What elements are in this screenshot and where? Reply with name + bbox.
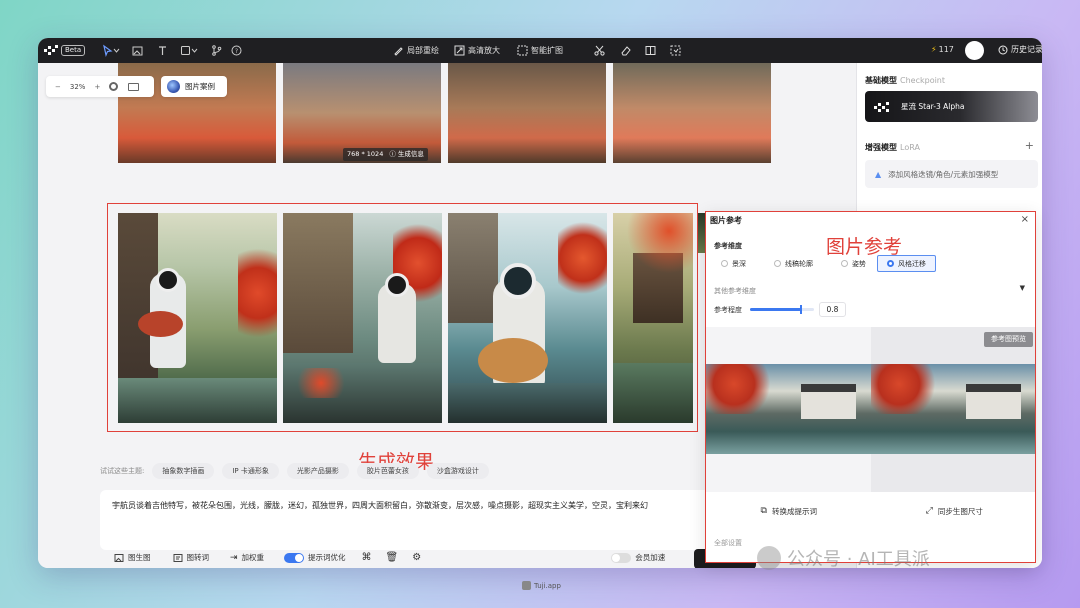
watermark: 公众号 · AI工具派 [757,545,930,571]
globe-icon [167,80,180,93]
slider-fill [750,308,802,311]
add-lora-button[interactable]: ▲ 添加风格迭镜/角色/元素加强模型 [865,160,1038,188]
lora-title: 增强模型 LoRA [865,143,920,152]
image-to-text-icon [173,553,182,562]
topic-chip[interactable]: 胶片芭蕾女孩 [356,463,419,479]
logo-icon [44,45,58,55]
radio-pose[interactable]: 姿势 [832,255,875,272]
strength-slider[interactable] [750,305,814,314]
avatar[interactable] [965,41,984,60]
strength-label: 参考程度 [714,306,742,314]
radio-style-transfer[interactable]: 风格迁移 [877,255,936,272]
radio-dot [721,260,728,267]
sync-size-button[interactable]: ⤢ 同步生图尺寸 [872,502,1036,520]
radio-lineart[interactable]: 线稿轮廓 [765,255,822,272]
prompt-input[interactable]: 宇航员谈着吉他特写，被花朵包围，光线，朦胧，迷幻，孤独世界，四周大面积留白，弥散… [112,499,712,513]
add-weight-button[interactable]: ⇥ 加权重 [230,552,264,563]
image-upload-icon[interactable] [131,44,144,57]
svg-text:?: ? [235,48,238,55]
zoom-control: − 32% + [46,76,154,97]
resize-icon: ⤢ [925,506,933,516]
radio-dot [887,260,894,267]
chevron-down-icon[interactable] [191,44,198,57]
brush-icon [394,47,403,56]
text-tool-icon[interactable] [156,44,169,57]
wechat-icon [757,546,781,570]
keyboard-icon[interactable] [128,82,140,91]
upscale-icon [454,45,465,56]
reference-dimension-options: 景深 线稿轮廓 姿势 风格迁移 [712,255,936,272]
zoom-level: 32% [69,82,86,91]
chevron-down-icon[interactable] [113,44,120,57]
history-button[interactable]: 历史记录 [998,44,1042,55]
top-toolbar: Beta ? 局部重绘 高清放大 智能扩图 ⚡ 117 历史记录 [38,38,1042,63]
img2img-button[interactable]: 图生图 [114,552,151,563]
reference-image[interactable] [706,364,871,454]
model-logo-icon [874,101,889,112]
fit-icon[interactable] [109,82,119,91]
base-model-card[interactable]: 星流 Star-3 Alpha [865,91,1038,122]
upscale-tool[interactable]: 高清放大 [454,44,500,57]
reference-image-preview[interactable] [871,364,1035,454]
settings-icon[interactable]: ⚙ [412,552,421,563]
clock-icon [998,45,1008,54]
topic-chip[interactable]: 沙盒游戏设计 [426,463,489,479]
reference-preview-button[interactable]: 参考图预览 [984,332,1033,347]
topic-chip[interactable]: 光影产品摄影 [286,463,349,479]
reference-actions: ⧉ 转换成提示词 ⤢ 同步生图尺寸 [706,502,1036,520]
base-model-title: 基础模型 Checkpoint [865,76,946,85]
img2prompt-button[interactable]: 图转词 [173,552,209,563]
weight-icon: ⇥ [230,552,238,563]
footer-brand: Tuji.app [522,581,561,590]
radio-dot [841,260,848,267]
help-icon[interactable]: ? [230,44,243,57]
app-logo[interactable]: Beta [44,43,86,58]
reference-image-area[interactable]: 参考图预览 [706,327,1035,492]
other-dimensions-dropdown[interactable]: 其他参考维度 [714,286,756,296]
image-reference-panel: 图片参考 × 图片参考 参考维度 景深 线稿轮廓 姿势 风格迁移 其他参考维度 … [705,211,1036,563]
crop-icon[interactable] [669,44,682,57]
add-lora-plus-icon[interactable]: + [1025,139,1034,152]
image-info-badge[interactable]: 768 * 1024 ⓘ 生成信息 [343,148,428,161]
split-view-icon[interactable] [644,44,657,57]
member-boost-toggle[interactable]: 会员加速 [611,552,665,563]
eraser-icon[interactable] [619,44,632,57]
outpaint-tool[interactable]: 智能扩图 [517,44,563,57]
branch-icon[interactable] [210,44,223,57]
strength-value[interactable]: 0.8 [819,302,846,317]
generated-image[interactable] [448,63,606,163]
zoom-in-button[interactable]: + [94,83,100,91]
close-icon[interactable]: × [1021,214,1029,225]
expand-icon [517,45,528,56]
credits-counter[interactable]: ⚡ 117 [931,45,954,54]
trash-icon[interactable]: 🗑 [386,552,399,563]
scissors-icon[interactable] [593,44,606,57]
convert-icon: ⧉ [760,506,767,516]
image-icon [114,553,124,562]
convert-to-prompt-button[interactable]: ⧉ 转换成提示词 [706,502,872,520]
prompt-optimize-toggle[interactable]: 提示词优化 [284,552,346,563]
image-cases-button[interactable]: 图片案例 [161,76,227,97]
caret-down-icon[interactable]: ▼ [1020,284,1025,292]
grid-icon[interactable]: ⌘ [362,552,372,563]
generated-image[interactable] [613,63,771,163]
inpaint-tool[interactable]: 局部重绘 [393,44,439,57]
toggle-switch[interactable] [284,552,305,563]
info-icon: ⓘ [389,150,396,158]
topic-chip[interactable]: 抽象数字插画 [152,463,215,479]
beta-badge: Beta [61,45,86,56]
effect-highlight-box [107,203,698,432]
radio-depth[interactable]: 景深 [712,255,755,272]
radio-dot [774,260,781,267]
toggle-switch[interactable] [611,552,632,563]
all-settings-link[interactable]: 全部设置 [714,538,742,548]
dimension-label: 参考维度 [714,242,742,250]
zoom-out-button[interactable]: − [55,83,61,91]
app-small-icon [522,581,531,590]
lightning-icon: ⚡ [931,45,937,54]
flask-icon: ▲ [875,169,882,179]
topic-chip[interactable]: IP 卡通形象 [222,463,279,479]
ref-panel-title: 图片参考 [710,216,742,225]
slider-handle[interactable] [800,305,803,314]
